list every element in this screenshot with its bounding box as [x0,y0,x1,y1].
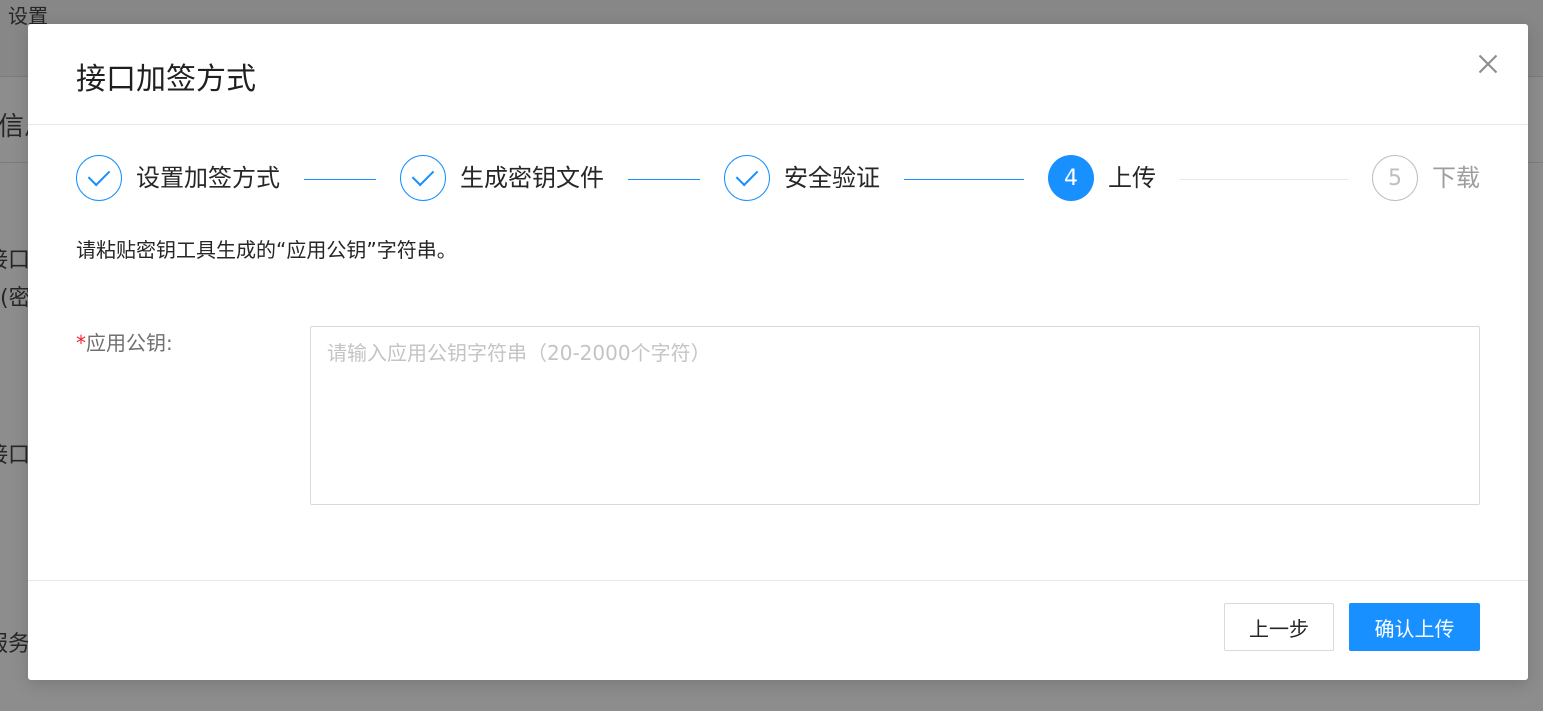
dialog-title: 接口加签方式 [76,62,256,97]
background-row-fragment: (密 [0,286,31,311]
public-key-label: *应用公钥: [76,329,173,357]
previous-step-button[interactable]: 上一步 [1224,603,1334,651]
step-3-label: 安全验证 [784,164,880,192]
required-mark: * [76,331,86,355]
step-connector [904,179,1024,180]
step-3-check-icon [724,155,770,201]
confirm-upload-button[interactable]: 确认上传 [1349,603,1480,651]
step-1-check-icon [76,155,122,201]
instruction-text: 请粘贴密钥工具生成的“应用公钥”字符串。 [76,238,457,262]
step-4-label: 上传 [1108,164,1156,192]
public-key-input[interactable] [310,326,1480,505]
sign-method-dialog: 接口加签方式 设置加签方式 生成密钥文件 安全验证 4 上传 5 下载 请粘贴密… [28,24,1528,680]
dialog-header: 接口加签方式 [28,24,1528,125]
step-4-number: 4 [1048,155,1094,201]
background-row-fragment: 接口 [0,443,31,468]
step-2-check-icon [400,155,446,201]
public-key-label-text: 应用公钥: [86,331,173,355]
step-connector [304,179,376,180]
step-1-label: 设置加签方式 [136,164,280,192]
dialog-footer: 上一步 确认上传 [28,580,1528,681]
step-5-number: 5 [1372,155,1418,201]
close-icon[interactable] [1476,52,1500,76]
step-connector [628,179,700,180]
step-2-label: 生成密钥文件 [460,164,604,192]
background-row-fragment: 服务 [0,632,31,657]
step-connector [1180,179,1348,180]
step-5-label: 下载 [1432,164,1480,192]
background-row-fragment: 接口 [0,248,31,273]
